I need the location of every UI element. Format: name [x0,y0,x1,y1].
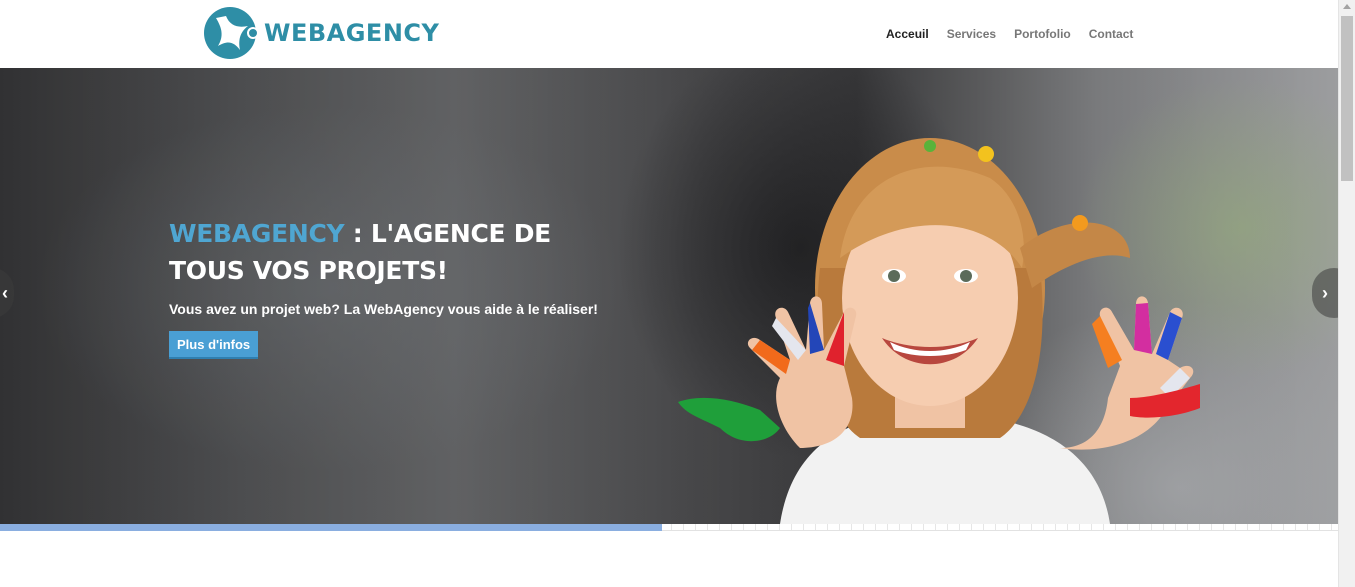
slider-progress-bar [0,524,1338,531]
chevron-left-icon: ‹ [2,282,8,303]
scroll-up-icon[interactable] [1343,4,1351,9]
site-header: WEBAGENCY Acceuil Services Portofolio Co… [0,0,1338,68]
logo-link[interactable]: WEBAGENCY [204,6,439,60]
slide-title: WEBAGENCY : L'AGENCE DE TOUS VOS PROJETS… [169,215,609,289]
main-nav: Acceuil Services Portofolio Contact [877,0,1142,68]
scroll-thumb[interactable] [1341,16,1353,181]
hero-slider[interactable]: WEBAGENCY : L'AGENCE DE TOUS VOS PROJETS… [0,68,1338,524]
page-scrollbar[interactable] [1338,0,1355,587]
nav-item-services[interactable]: Services [947,27,996,41]
slide-title-brand: WEBAGENCY [169,219,345,248]
logo-icon [204,7,258,59]
page: WEBAGENCY Acceuil Services Portofolio Co… [0,0,1355,587]
slide-subtitle: Vous avez un projet web? La WebAgency vo… [169,301,598,317]
nav-item-acceuil[interactable]: Acceuil [886,27,929,41]
nav-item-portofolio[interactable]: Portofolio [1014,27,1071,41]
nav-item-contact[interactable]: Contact [1089,27,1134,41]
more-info-button[interactable]: Plus d'infos [169,331,259,359]
slide-caption: WEBAGENCY : L'AGENCE DE TOUS VOS PROJETS… [169,215,609,359]
chevron-right-icon: › [1322,282,1328,303]
hero-image [678,138,1200,524]
slider-progress-fill [0,524,663,531]
logo-text: WEBAGENCY [264,19,440,47]
